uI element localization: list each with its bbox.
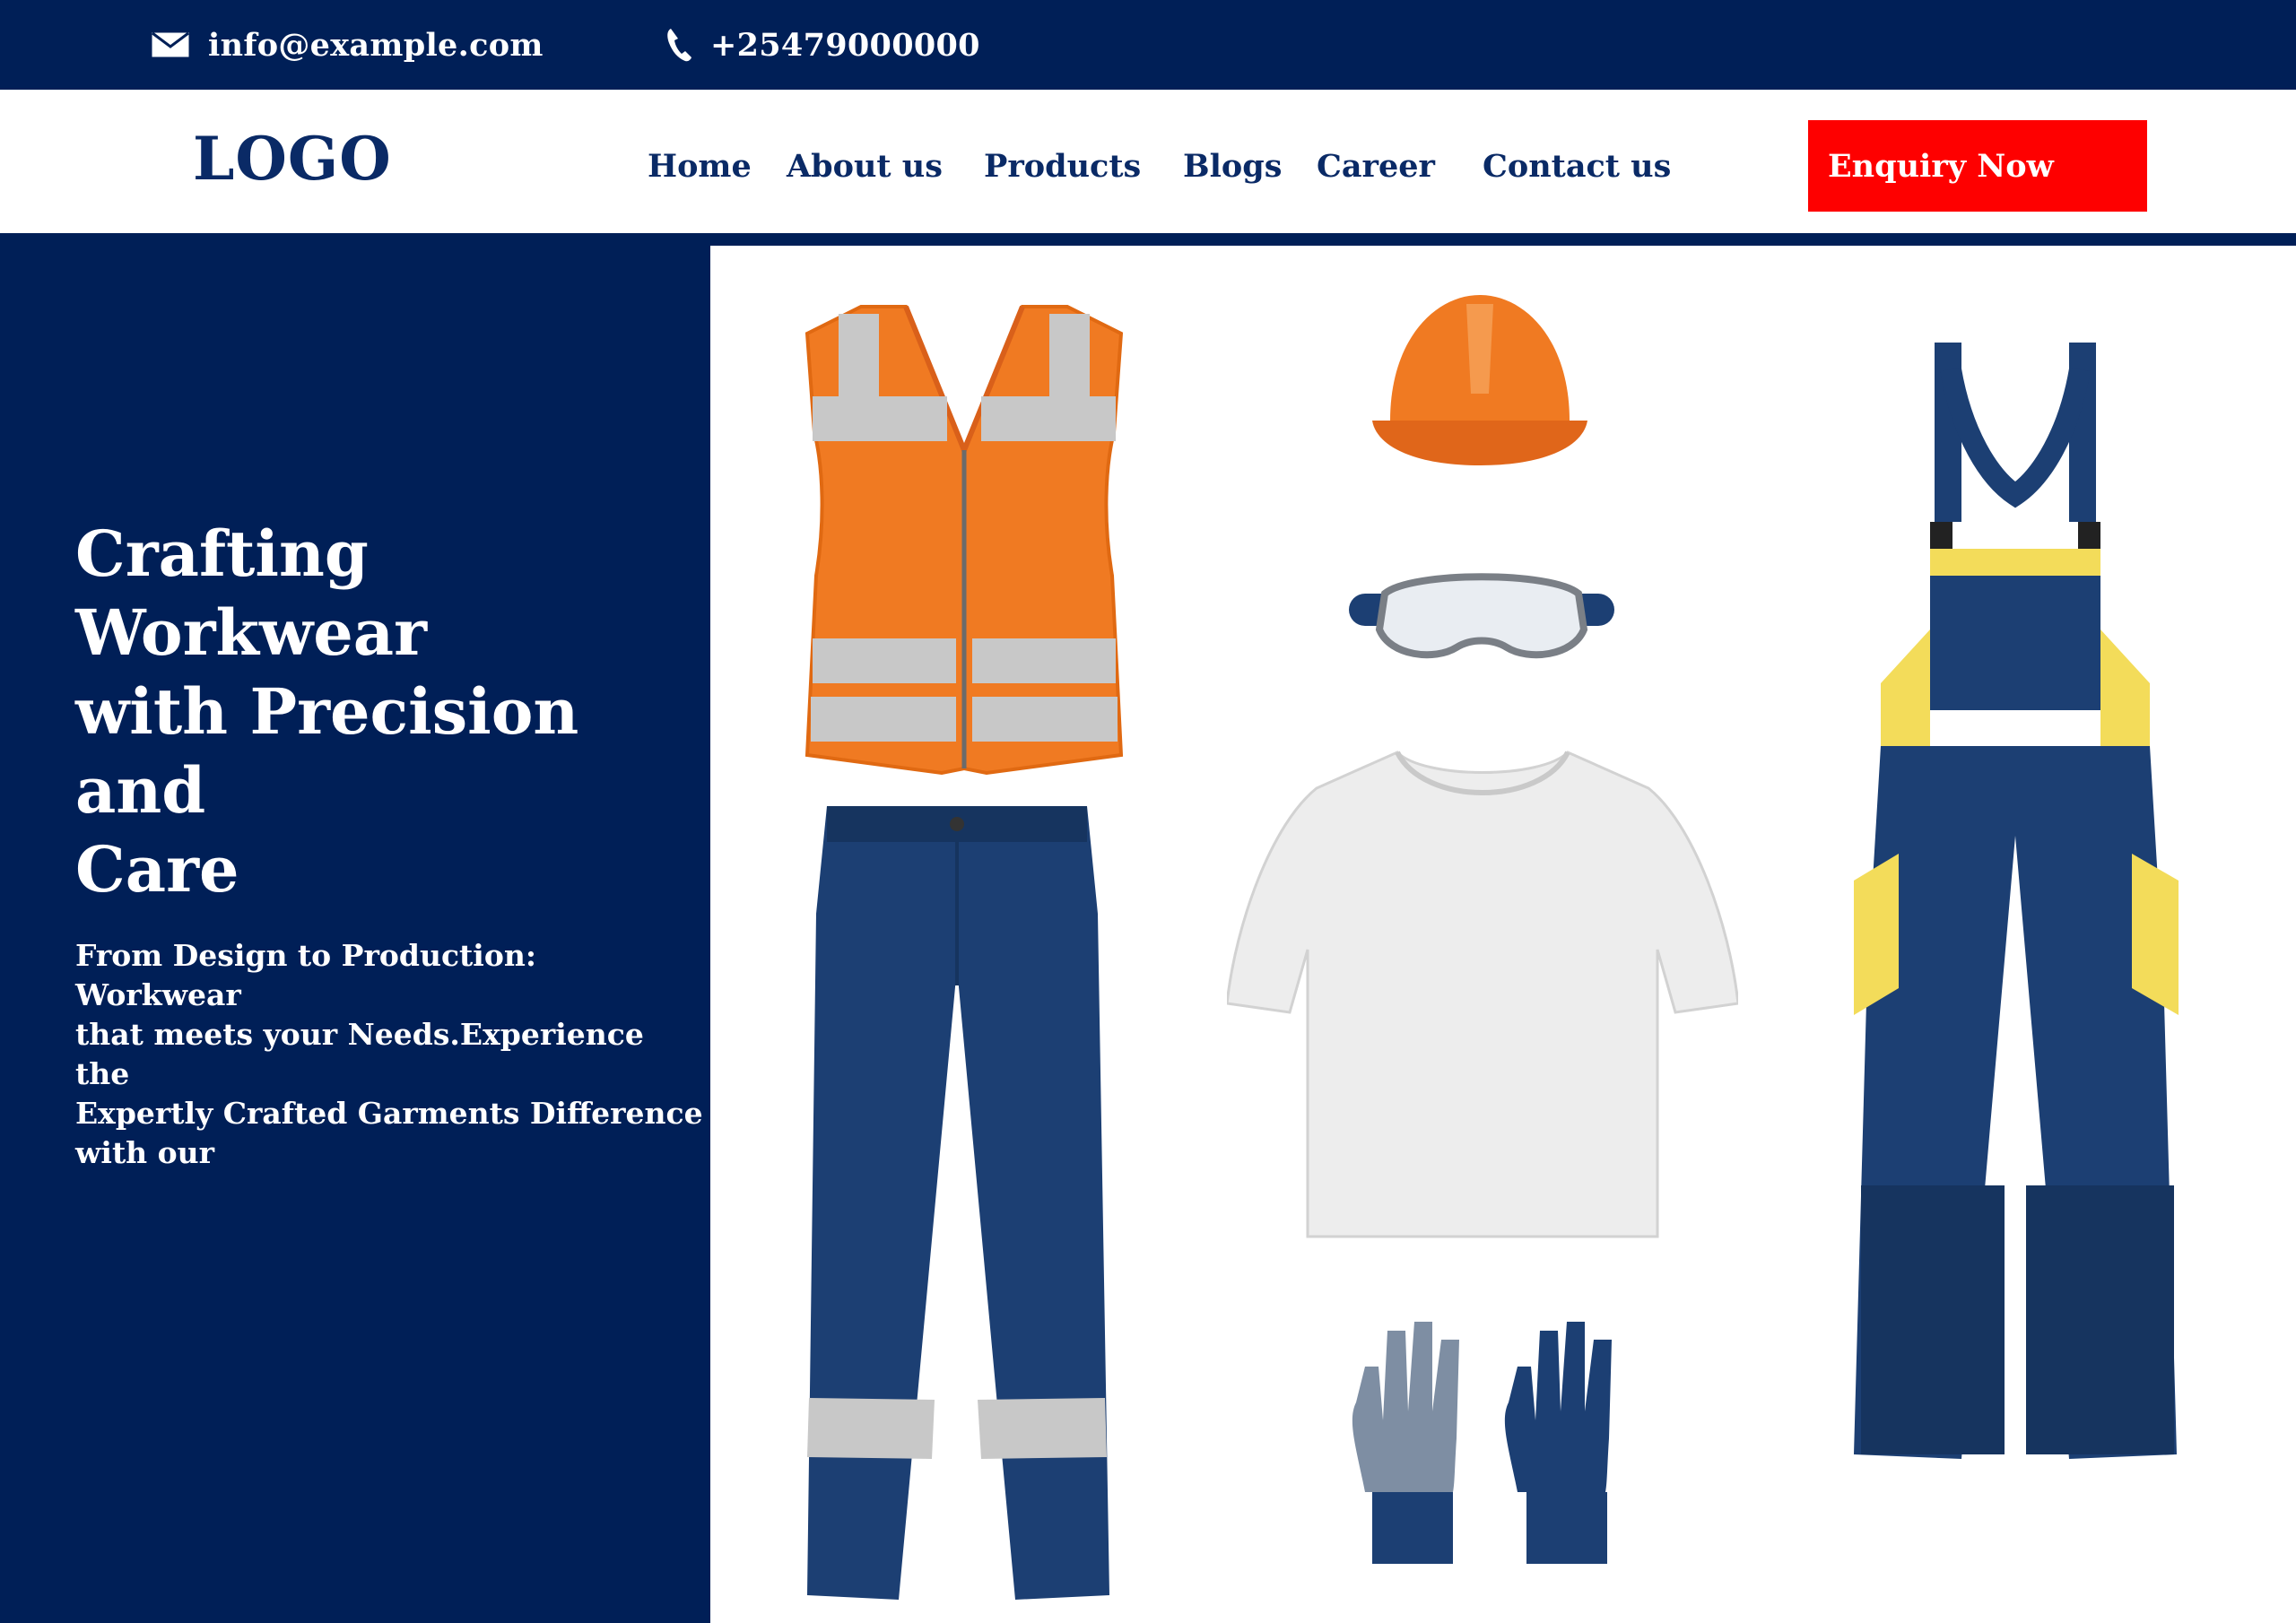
enquiry-now-button[interactable]: Enquiry Now [1808,120,2147,212]
phone-text[interactable]: +25479000000 [710,27,980,64]
contact-phone[interactable]: +25479000000 [665,0,980,90]
nav-career[interactable]: Career [1317,148,1435,185]
top-contact-bar: info@example.com +25479000000 [0,0,2296,90]
overalls-icon [1854,343,2179,1459]
hero-subtitle: From Design to Production: Workwear that… [75,938,703,1170]
work-trousers-icon [807,806,1109,1600]
main-header: LOGO Home About us Products Blogs Career… [0,90,2296,233]
safety-goggles-icon [1349,573,1614,659]
safety-vest-icon [804,305,1124,776]
workwear-illustration [710,246,2296,1623]
nav-home[interactable]: Home [648,148,752,185]
logo[interactable]: LOGO [193,124,392,194]
contact-email[interactable]: info@example.com [151,0,544,90]
work-gloves-icon [1352,1322,1612,1564]
t-shirt-icon [1227,751,1738,1238]
envelope-icon [151,31,190,58]
nav-contact[interactable]: Contact us [1483,148,1671,185]
header-divider [0,233,2296,246]
email-text[interactable]: info@example.com [208,27,544,64]
nav-blogs[interactable]: Blogs [1183,148,1282,185]
phone-icon [667,29,691,62]
nav-products[interactable]: Products [984,148,1141,185]
hard-hat-icon [1372,295,1587,465]
hero-panel: Crafting Workwear with Precision and Car… [0,246,710,1623]
nav-about[interactable]: About us [787,148,943,185]
hero-title: Crafting Workwear with Precision and Car… [75,516,579,907]
